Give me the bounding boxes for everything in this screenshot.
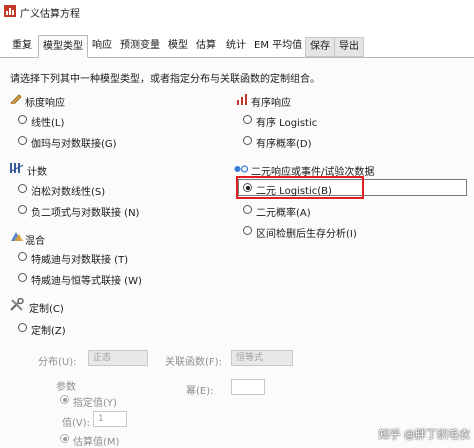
tools-icon: [10, 298, 24, 311]
title-bar: 广义估算方程: [0, 0, 474, 24]
estimate-value-radio[interactable]: [60, 434, 69, 443]
specify-value-radio[interactable]: [60, 395, 69, 404]
poisson-radio[interactable]: [18, 184, 27, 193]
watermark-text: 知乎 @胖丁织毛衣: [378, 428, 471, 441]
binary-probit-radio[interactable]: [243, 205, 252, 214]
poisson-label[interactable]: 泊松对数线性(S): [31, 183, 105, 198]
tab-em-means[interactable]: EM 平均值: [250, 37, 306, 57]
window-title: 广义估算方程: [20, 9, 80, 20]
ordinal-probit-label[interactable]: 有序概率(D): [256, 135, 312, 150]
tab-model[interactable]: 模型: [164, 37, 192, 57]
ruler-icon: [10, 94, 22, 104]
red-highlight-box: [236, 176, 364, 199]
ordinal-response-heading: 有序响应: [251, 98, 291, 109]
counts-heading: 计数: [27, 167, 47, 178]
instruction-text: 请选择下列其中一种模型类型，或者指定分布与关联函数的定制组合。: [10, 74, 320, 85]
tab-repeated[interactable]: 重复: [8, 37, 36, 57]
gamma-log-label[interactable]: 伽玛与对数联接(G): [31, 135, 117, 150]
mixture-icon: [11, 232, 23, 241]
power-input[interactable]: [231, 379, 265, 395]
ordinal-logistic-label[interactable]: 有序 Logistic: [256, 114, 317, 129]
estimate-value-label[interactable]: 估算值(M): [73, 433, 119, 448]
binary-icon: [234, 165, 248, 173]
parameters-label: 参数: [56, 382, 76, 393]
app-icon: [4, 5, 16, 17]
distribution-label: 分布(U):: [38, 357, 77, 368]
custom-heading: 定制(C): [29, 304, 64, 315]
power-label: 幂(E):: [186, 386, 214, 397]
tweedie-identity-radio[interactable]: [18, 273, 27, 282]
tweedie-log-radio[interactable]: [18, 252, 27, 261]
value-input[interactable]: 1: [93, 411, 127, 427]
scale-response-heading: 标度响应: [25, 98, 65, 109]
negative-binomial-label[interactable]: 负二项式与对数联接 (N): [31, 204, 139, 219]
link-function-label: 关联函数(F):: [165, 357, 222, 368]
gamma-log-radio[interactable]: [18, 136, 27, 145]
tab-predictors[interactable]: 预测变量: [116, 37, 164, 57]
interval-censored-label[interactable]: 区间检删后生存分析(I): [256, 225, 357, 240]
binary-probit-label[interactable]: 二元概率(A): [256, 204, 311, 219]
tab-estimation[interactable]: 估算: [192, 37, 220, 57]
ordinal-logistic-radio[interactable]: [243, 115, 252, 124]
mixture-heading: 混合: [25, 236, 45, 247]
link-function-select[interactable]: 恒等式: [231, 350, 293, 366]
distribution-select[interactable]: 正态: [88, 350, 148, 366]
ordinal-bar-icon: [237, 94, 247, 105]
tab-response[interactable]: 响应: [88, 37, 116, 57]
specify-value-label[interactable]: 指定值(Y): [73, 394, 117, 409]
negative-binomial-radio[interactable]: [18, 205, 27, 214]
model-type-panel: 请选择下列其中一种模型类型，或者指定分布与关联函数的定制组合。 标度响应 线性(…: [0, 58, 474, 448]
tab-save[interactable]: 保存: [305, 37, 335, 57]
tab-statistics[interactable]: 统计: [222, 37, 250, 57]
custom-radio[interactable]: [18, 323, 27, 332]
ordinal-probit-radio[interactable]: [243, 136, 252, 145]
tab-bar: 重复 模型类型 响应 预测变量 模型 估算 统计 EM 平均值 保存 导出: [0, 35, 474, 58]
value-label: 值(V):: [62, 418, 91, 429]
tweedie-identity-label[interactable]: 特威迪与恒等式联接 (W): [31, 272, 142, 287]
tweedie-log-label[interactable]: 特威迪与对数联接 (T): [31, 251, 128, 266]
interval-censored-radio[interactable]: [243, 226, 252, 235]
custom-label[interactable]: 定制(Z): [31, 322, 66, 337]
tab-model-type[interactable]: 模型类型: [38, 35, 88, 58]
linear-label[interactable]: 线性(L): [31, 114, 64, 129]
linear-radio[interactable]: [18, 115, 27, 124]
counts-icon: [10, 163, 24, 173]
tab-export[interactable]: 导出: [334, 37, 364, 57]
